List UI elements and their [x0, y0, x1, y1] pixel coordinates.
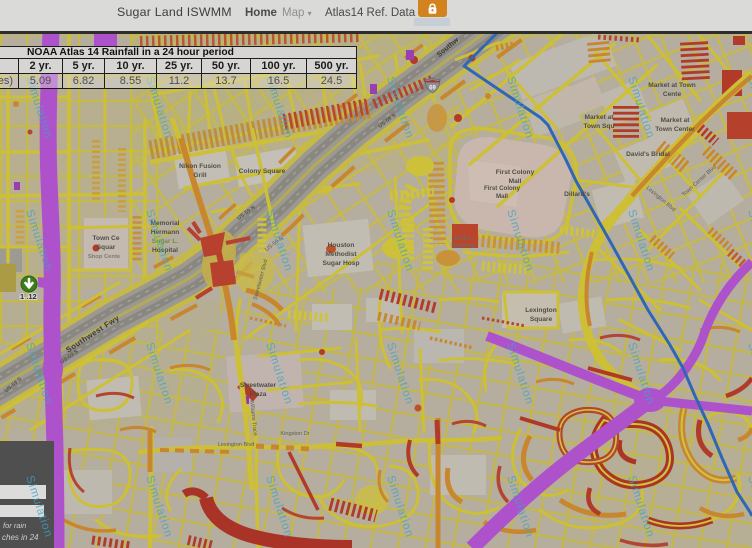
svg-text:Colony Square: Colony Square [239, 168, 286, 175]
svg-text:Market at: Market at [661, 117, 691, 124]
svg-text:First Colony: First Colony [496, 169, 535, 176]
svg-text:Sporting: Sporting [451, 243, 475, 249]
svg-text:Nikon Fusion: Nikon Fusion [179, 163, 221, 170]
svg-text:Town Squ: Town Squ [583, 123, 614, 130]
svg-text:69: 69 [429, 86, 436, 92]
svg-text:Town Center: Town Center [655, 126, 695, 133]
svg-text:for rain: for rain [3, 521, 26, 530]
svg-text:Sugar Hosp: Sugar Hosp [322, 260, 359, 267]
svg-text:Market at: Market at [585, 114, 615, 121]
svg-text:Sweetwater: Sweetwater [240, 382, 277, 389]
svg-text:Market at Town: Market at Town [648, 82, 696, 89]
svg-text:Lexington Blvd: Lexington Blvd [218, 442, 255, 448]
svg-text:Town Ce: Town Ce [93, 235, 120, 242]
svg-text:Mall: Mall [509, 178, 522, 185]
svg-text:Dillard's: Dillard's [564, 191, 590, 198]
svg-text:Kingston Dr: Kingston Dr [280, 431, 309, 437]
svg-text:Shop Cente: Shop Cente [88, 254, 121, 260]
svg-text:Lexington: Lexington [525, 307, 557, 314]
svg-text:First Colony: First Colony [484, 185, 521, 192]
svg-text:Dick's: Dick's [455, 236, 472, 242]
svg-text:Mall: Mall [496, 193, 508, 200]
svg-text:David's Bridal: David's Bridal [626, 151, 670, 158]
svg-text:ches in 24: ches in 24 [2, 533, 39, 542]
svg-text:Square: Square [530, 316, 553, 323]
svg-text:Houston: Houston [328, 242, 355, 249]
svg-text:Plaza: Plaza [250, 391, 267, 398]
svg-text:Grill: Grill [193, 172, 206, 179]
svg-text:Methodist: Methodist [325, 251, 357, 258]
svg-text:Cente: Cente [663, 91, 682, 98]
svg-text:1 .12: 1 .12 [20, 292, 37, 301]
svg-text:Squar: Squar [97, 244, 116, 251]
